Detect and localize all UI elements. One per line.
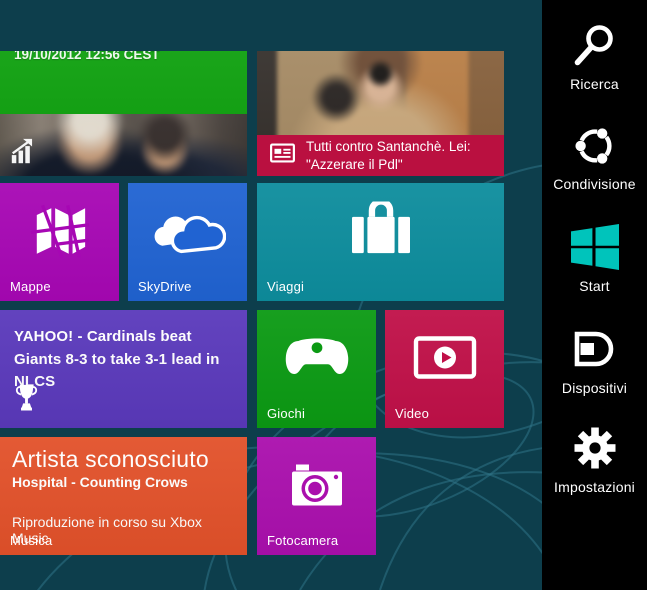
gamepad-icon [284,334,350,385]
charm-condivisione[interactable]: Condivisione [542,121,647,192]
notizie-headline: Tutti contro Santanchè. Lei: "Azzerare i… [306,138,471,172]
notizie-banner: Tutti contro Santanchè. Lei: "Azzerare i… [257,135,504,176]
charms-bar: Ricerca Condivisione Start Dispositivi I… [542,0,647,590]
finanza-tile-top: 19/10/2012 12:56 CEST [0,51,247,114]
sport-headline: YAHOO! - Cardinals beat Giants 8-3 to ta… [14,328,220,390]
charm-ricerca[interactable]: Ricerca [542,21,647,92]
video-play-icon [413,335,477,385]
charm-impostazioni[interactable]: Impostazioni [542,424,647,495]
trophy-icon [13,383,40,417]
tile-giochi[interactable]: Giochi [257,310,376,428]
share-icon [572,121,618,169]
musica-artist: Artista sconosciuto [12,446,209,472]
windows-flag-icon [570,223,619,271]
charm-start[interactable]: Start [542,223,647,294]
tile-mappe[interactable]: Mappe [0,183,119,301]
tile-label-skydrive: SkyDrive [138,279,192,294]
tile-viaggi[interactable]: Viaggi [257,183,504,301]
finanza-news-photo [0,114,247,176]
camera-icon [287,459,347,514]
charm-label-dispositivi: Dispositivi [561,380,628,396]
finanza-timestamp: 19/10/2012 12:56 CEST [14,51,160,62]
devices-icon [572,325,618,373]
map-icon [29,201,91,264]
settings-gear-icon [573,424,617,472]
tile-skydrive[interactable]: SkyDrive [128,183,247,301]
photo-politicians [0,114,247,176]
charm-label-impostazioni: Impostazioni [554,479,635,495]
notizie-photo [257,51,504,135]
photo-woman-sunglasses [257,51,504,135]
tile-label-giochi: Giochi [267,406,306,421]
musica-track: Hospital - Counting Crows [12,474,188,490]
charm-label-start: Start [579,278,610,294]
windows8-start-screen: 19/10/2012 12:56 CEST Tutti contro Santa… [0,0,647,590]
cloud-icon [150,205,226,260]
tile-label-mappe: Mappe [10,279,51,294]
charm-label-ricerca: Ricerca [570,76,619,92]
tile-label-fotocamera: Fotocamera [267,533,339,548]
tile-notizie[interactable]: Tutti contro Santanchè. Lei: "Azzerare i… [257,51,504,176]
tile-finanza[interactable]: 19/10/2012 12:56 CEST [0,51,247,176]
newspaper-icon [269,141,296,170]
tile-label-video: Video [395,406,430,421]
chart-icon [10,138,37,170]
suitcase-icon [341,197,421,264]
tile-musica[interactable]: Artista sconosciuto Hospital - Counting … [0,437,247,555]
tile-label-musica: Musica [10,533,53,548]
tile-fotocamera[interactable]: Fotocamera [257,437,376,555]
charm-label-condivisione: Condivisione [553,176,636,192]
tile-video[interactable]: Video [385,310,504,428]
tile-sport[interactable]: YAHOO! - Cardinals beat Giants 8-3 to ta… [0,310,247,428]
tile-label-viaggi: Viaggi [267,279,305,294]
search-icon [573,21,617,69]
charm-dispositivi[interactable]: Dispositivi [542,325,647,396]
